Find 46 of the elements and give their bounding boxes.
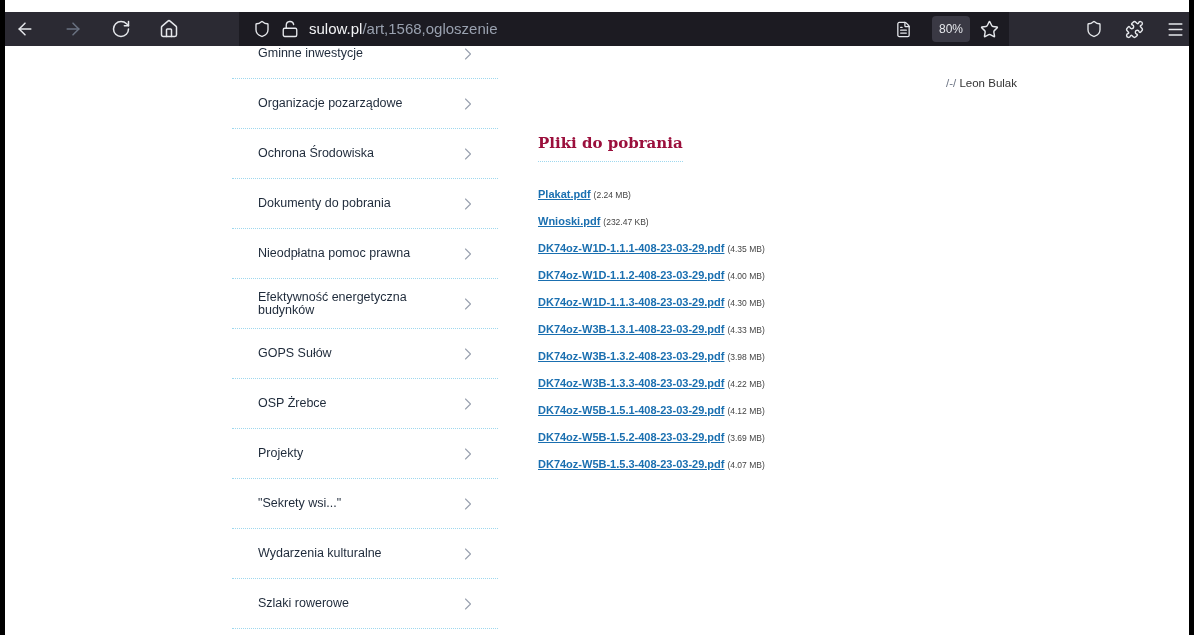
file-download-link[interactable]: DK74oz-W3B-1.3.3-408-23-03-29.pdf (538, 374, 725, 391)
home-icon[interactable] (159, 19, 179, 39)
file-download-link[interactable]: Plakat.pdf (538, 185, 591, 202)
file-size: (4.35 MB) (727, 242, 765, 256)
file-download-link[interactable]: DK74oz-W5B-1.5.3-408-23-03-29.pdf (538, 455, 725, 472)
sidebar-menu-item[interactable]: Ochrona Środowiska (232, 129, 498, 179)
sidebar-menu-item[interactable]: Wydarzenia kulturalne (232, 529, 498, 579)
file-download-link[interactable]: DK74oz-W1D-1.1.1-408-23-03-29.pdf (538, 239, 725, 256)
reload-icon[interactable] (111, 19, 131, 39)
sidebar-menu-item[interactable]: Organizacje pozarządowe (232, 79, 498, 129)
file-download-link[interactable]: Wnioski.pdf (538, 212, 601, 229)
file-download-link[interactable]: DK74oz-W1D-1.1.2-408-23-03-29.pdf (538, 266, 725, 283)
file-size: (4.33 MB) (727, 323, 765, 337)
file-download-link[interactable]: DK74oz-W1D-1.1.3-408-23-03-29.pdf (538, 293, 725, 310)
url-text: sulow.pl/art,1568,ogloszenie (309, 18, 498, 39)
signature-text: /-/ Leon Bulak (946, 77, 1017, 89)
reader-view-icon[interactable] (894, 20, 912, 38)
file-size: (4.00 MB) (727, 269, 765, 283)
sidebar-menu-item[interactable]: Nieodpłatna pomoc prawna (232, 229, 498, 279)
extensions-icon[interactable] (1125, 19, 1144, 39)
file-size: (4.30 MB) (727, 296, 765, 310)
sidebar-menu-item[interactable]: Gminne inwestycje (232, 46, 498, 79)
unlocked-padlock-icon[interactable] (281, 20, 299, 38)
file-size: (3.69 MB) (727, 431, 765, 445)
sidebar-menu-item[interactable]: OSP Żrebce (232, 379, 498, 429)
file-download-link[interactable]: DK74oz-W5B-1.5.1-408-23-03-29.pdf (538, 401, 725, 418)
sidebar-menu-item[interactable]: Dokumenty do pobrania (232, 179, 498, 229)
file-size: (4.22 MB) (727, 377, 765, 391)
sidebar-menu-item[interactable]: Projekty (232, 429, 498, 479)
file-download-link[interactable]: DK74oz-W3B-1.3.2-408-23-03-29.pdf (538, 347, 725, 364)
file-size: (3.98 MB) (727, 350, 765, 364)
file-download-link[interactable]: DK74oz-W5B-1.5.2-408-23-03-29.pdf (538, 428, 725, 445)
sidebar-menu-item[interactable]: "Sekrety wsi..." (232, 479, 498, 529)
file-size: (2.24 MB) (593, 188, 631, 202)
zoom-level-button[interactable]: 80% (931, 16, 970, 42)
file-size: (232.47 KB) (603, 215, 649, 229)
section-heading: Pliki do pobrania (538, 132, 683, 162)
sidebar-menu-item[interactable]: GOPS Sułów (232, 329, 498, 379)
file-download-link[interactable]: DK74oz-W3B-1.3.1-408-23-03-29.pdf (538, 320, 725, 337)
address-bar[interactable]: sulow.pl/art,1568,ogloszenie 80% (239, 12, 1009, 46)
file-size: (4.12 MB) (727, 404, 765, 418)
shield-icon[interactable] (253, 20, 271, 38)
file-size: (4.07 MB) (727, 458, 765, 472)
bookmark-star-icon[interactable] (980, 19, 999, 39)
sidebar-menu-item[interactable]: Efektywność energetyczna budynków (232, 279, 498, 329)
sidebar-menu-item[interactable]: Szlaki rowerowe (232, 579, 498, 629)
